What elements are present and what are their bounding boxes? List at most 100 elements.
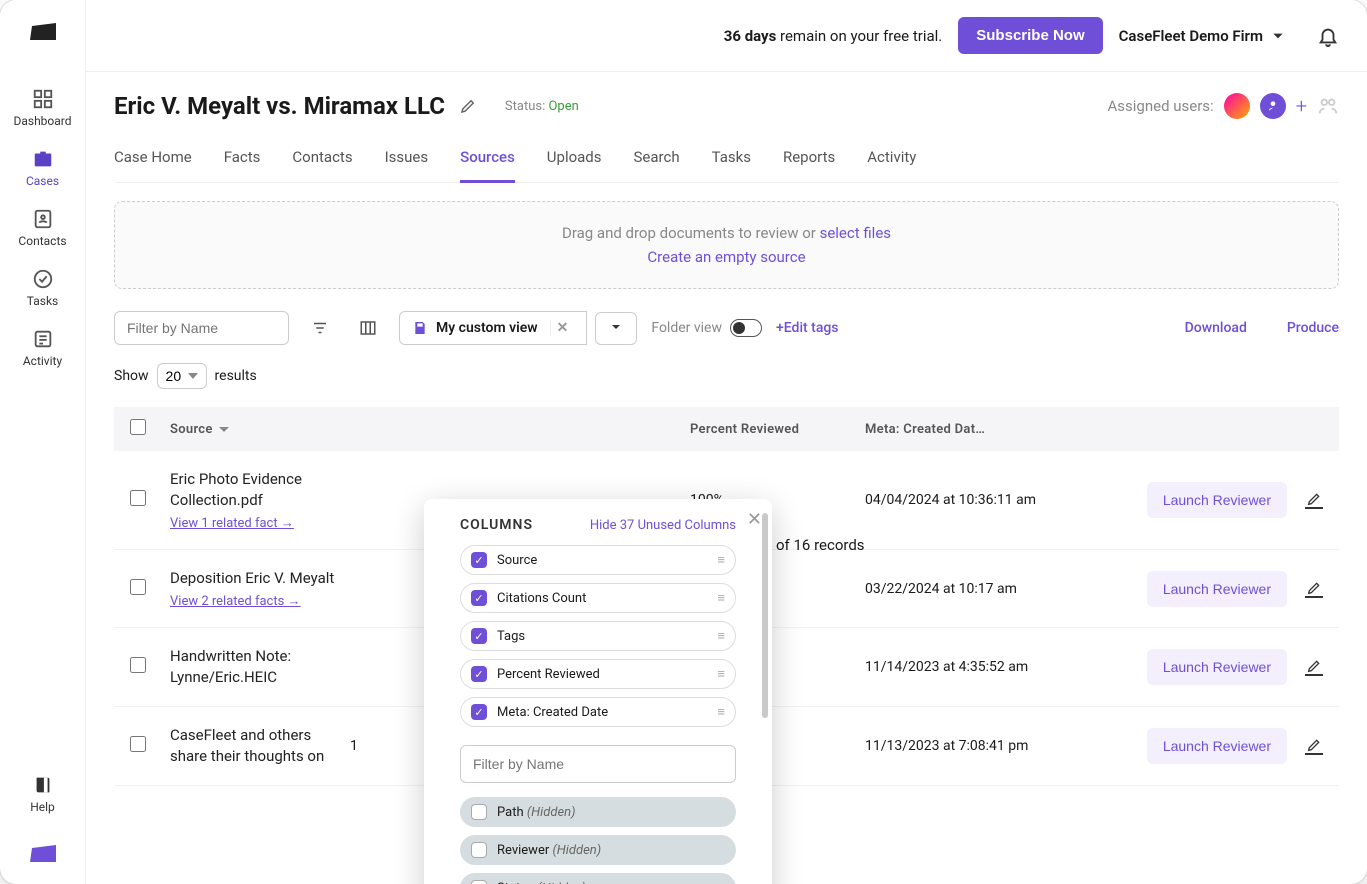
toolbar: My custom view ✕ Folder view +Edit tags … [114,311,1339,345]
nav-help[interactable]: Help [0,764,85,824]
hide-unused-link[interactable]: Hide 37 Unused Columns [590,518,736,533]
columns-popover: ✕ COLUMNS Hide 37 Unused Columns Source≡… [424,499,772,884]
sort-icon[interactable] [303,311,337,345]
plus-icon[interactable]: + [1296,94,1307,118]
tab-search[interactable]: Search [634,140,680,183]
case-header: Eric V. Meyalt vs. Miramax LLC Status: O… [86,72,1367,183]
tab-contacts[interactable]: Contacts [292,140,352,183]
checkbox-icon[interactable] [471,880,487,884]
dropzone[interactable]: Drag and drop documents to review or sel… [114,201,1339,289]
related-facts-link[interactable]: View 2 related facts → [170,593,301,609]
checkbox-icon[interactable] [471,804,487,820]
checkbox-icon[interactable] [471,590,487,606]
column-option[interactable]: Meta: Created Date≡ [460,697,736,727]
drag-handle-icon[interactable]: ≡ [717,628,725,644]
tab-activity[interactable]: Activity [867,140,916,183]
edit-icon[interactable] [1305,658,1323,676]
scrollbar[interactable] [762,513,768,718]
launch-reviewer-button[interactable]: Launch Reviewer [1147,571,1287,607]
nav-contacts[interactable]: Contacts [0,198,85,258]
tab-reports[interactable]: Reports [783,140,835,183]
col-percent[interactable]: Percent Reviewed [690,422,865,437]
column-option[interactable]: Citations Count≡ [460,583,736,613]
source-name: CaseFleet and others share their thought… [170,725,350,767]
column-option[interactable]: Percent Reviewed≡ [460,659,736,689]
drag-handle-icon[interactable]: ≡ [717,590,725,606]
column-option-hidden[interactable]: Path (Hidden) [460,797,736,827]
custom-view-button[interactable]: My custom view ✕ [399,311,587,345]
launch-reviewer-button[interactable]: Launch Reviewer [1147,728,1287,764]
edit-icon[interactable] [1305,737,1323,755]
source-name: Eric Photo Evidence Collection.pdf [170,469,350,511]
tab-facts[interactable]: Facts [224,140,261,183]
row-checkbox[interactable] [130,736,146,752]
checkbox-icon[interactable] [471,628,487,644]
row-checkbox[interactable] [130,657,146,673]
page-size-select[interactable]: 20 [157,363,207,389]
nav-cases[interactable]: Cases [0,138,85,198]
edit-tags-link[interactable]: +Edit tags [776,320,839,336]
nav-tasks[interactable]: Tasks [0,258,85,318]
subscribe-button[interactable]: Subscribe Now [958,17,1102,54]
row-checkbox[interactable] [130,490,146,506]
grid-icon [32,88,54,110]
column-filter-input[interactable] [460,745,736,783]
select-all-checkbox[interactable] [130,419,146,435]
download-link[interactable]: Download [1185,320,1247,336]
tab-case-home[interactable]: Case Home [114,140,192,183]
created-date: 11/14/2023 at 4:35:52 am [865,659,1083,675]
column-option[interactable]: Tags≡ [460,621,736,651]
avatar[interactable] [1224,93,1250,119]
produce-link[interactable]: Produce [1287,320,1339,336]
check-circle-icon [32,268,54,290]
edit-icon[interactable] [1305,580,1323,598]
nav-label: Dashboard [13,114,71,128]
view-dropdown-button[interactable] [595,312,637,345]
nav-activity[interactable]: Activity [0,318,85,378]
edit-icon[interactable] [1305,491,1323,509]
column-option-hidden[interactable]: Status (Hidden) [460,873,736,884]
toggle-switch[interactable] [730,319,762,337]
created-date: 11/13/2023 at 7:08:41 pm [865,738,1083,754]
drag-handle-icon[interactable]: ≡ [717,666,725,682]
drag-handle-icon[interactable]: ≡ [717,704,725,720]
checkbox-icon[interactable] [471,552,487,568]
close-icon[interactable]: ✕ [747,509,762,530]
bell-icon[interactable] [1317,25,1339,47]
launch-reviewer-button[interactable]: Launch Reviewer [1147,482,1287,518]
nav-dashboard[interactable]: Dashboard [0,78,85,138]
people-icon[interactable] [1317,95,1339,117]
columns-icon[interactable] [351,311,385,345]
checkbox-icon[interactable] [471,704,487,720]
tab-tasks[interactable]: Tasks [712,140,751,183]
add-user-button[interactable] [1260,93,1286,119]
related-facts-link[interactable]: View 1 related fact → [170,515,294,531]
source-name: Handwritten Note: Lynne/Eric.HEIC [170,646,350,688]
tab-uploads[interactable]: Uploads [547,140,602,183]
folder-view-toggle[interactable]: Folder view [651,319,762,337]
create-empty-source-link[interactable]: Create an empty source [647,248,805,266]
drag-handle-icon[interactable]: ≡ [717,552,725,568]
checkbox-icon[interactable] [471,842,487,858]
launch-reviewer-button[interactable]: Launch Reviewer [1147,649,1287,685]
chevron-down-icon [610,321,622,333]
col-source[interactable]: Source [170,422,350,437]
col-date[interactable]: Meta: Created Dat… [865,422,1083,437]
created-date: 03/22/2024 at 10:17 am [865,581,1083,597]
case-title: Eric V. Meyalt vs. Miramax LLC [114,92,445,120]
tab-issues[interactable]: Issues [385,140,429,183]
records-count: of 16 records [776,536,865,554]
select-files-link[interactable]: select files [820,224,891,242]
row-checkbox[interactable] [130,579,146,595]
checkbox-icon[interactable] [471,666,487,682]
firm-dropdown[interactable]: CaseFleet Demo Firm [1119,27,1285,45]
tab-sources[interactable]: Sources [460,140,515,183]
logo-footer-icon [28,842,58,864]
contact-icon [32,208,54,230]
filter-name-input[interactable] [114,311,289,345]
column-option[interactable]: Source≡ [460,545,736,575]
clear-view-icon[interactable]: ✕ [550,320,575,336]
column-option-hidden[interactable]: Reviewer (Hidden) [460,835,736,865]
edit-icon[interactable] [459,97,477,115]
source-name: Deposition Eric V. Meyalt [170,568,350,589]
